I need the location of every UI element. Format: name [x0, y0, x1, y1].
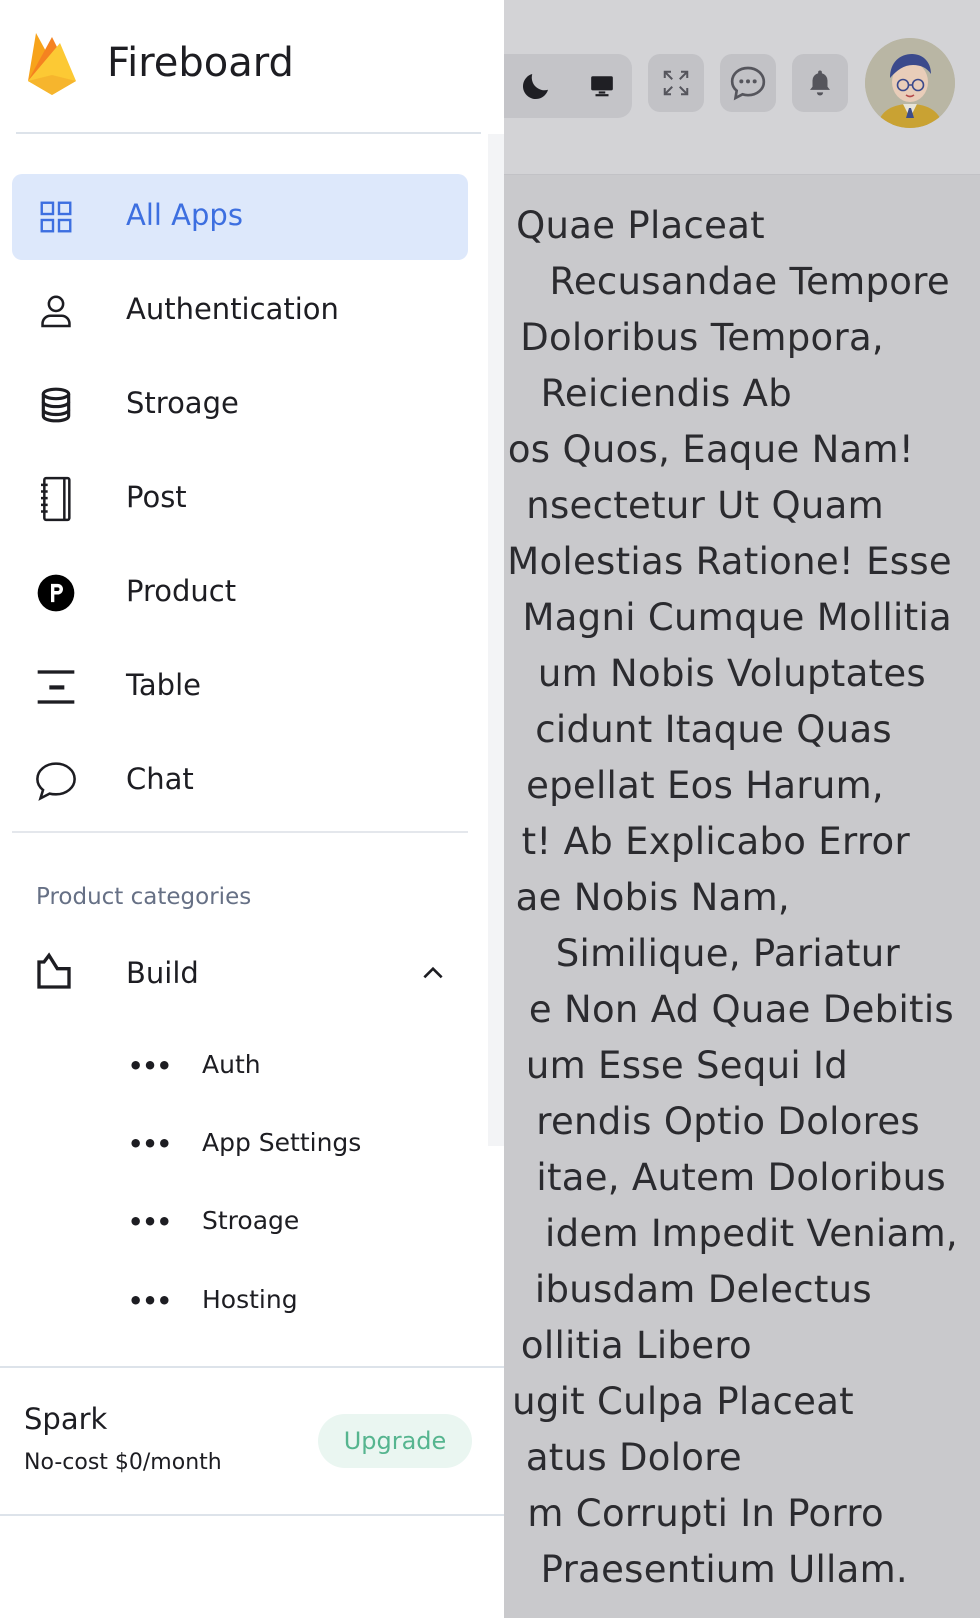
content-text-line: itae, Autem Doloribus	[536, 1156, 946, 1199]
sidebar-scrollbar[interactable]	[488, 134, 504, 1146]
nav-item-authentication[interactable]: Authentication	[12, 268, 468, 354]
content-text-line: Molestias Ratione! Esse	[507, 540, 952, 583]
content-text-line: m Corrupti In Porro	[527, 1492, 884, 1535]
chat-bubble-icon	[34, 759, 78, 803]
content-text-line: ollitia Libero	[520, 1324, 752, 1367]
dots-icon: •••	[128, 1287, 172, 1315]
nav-item-chat[interactable]: Chat	[12, 738, 468, 824]
nav-item-all-apps[interactable]: All Apps	[12, 174, 468, 260]
notifications-button[interactable]	[792, 54, 848, 112]
nav-item-stroage[interactable]: Stroage	[12, 362, 468, 448]
plan-name: Spark	[24, 1402, 108, 1436]
sub-item-app-settings[interactable]: ••• App Settings	[112, 1108, 472, 1178]
content-text-line: nsectetur Ut Quam	[526, 484, 884, 527]
dots-icon: •••	[128, 1052, 172, 1080]
nav-item-label: Post	[126, 480, 187, 514]
content-text-line: Reiciendis Ab	[540, 372, 792, 415]
chat-icon	[730, 66, 766, 101]
content-text-line: Recusandae Tempore	[549, 260, 950, 303]
category-build[interactable]: Build	[12, 930, 468, 1018]
content-text-line: cidunt Itaque Quas	[535, 708, 892, 751]
sub-item-label: Stroage	[202, 1206, 300, 1235]
plan-price: No-cost $0/month	[24, 1450, 222, 1475]
content-text-line: e Non Ad Quae Debitis	[528, 988, 954, 1031]
database-icon	[34, 383, 78, 427]
nav-item-label: All Apps	[126, 198, 243, 232]
brand-divider	[16, 132, 481, 134]
section-title: Product categories	[36, 884, 252, 910]
avatar-illustration-icon	[865, 38, 955, 128]
nav-item-label: Chat	[126, 762, 194, 796]
content-text-line: atus Dolore	[525, 1436, 742, 1479]
nav-item-product[interactable]: Product	[12, 550, 468, 636]
sub-item-auth[interactable]: ••• Auth	[112, 1030, 472, 1100]
sub-item-label: App Settings	[202, 1128, 362, 1157]
content-text-line: Similique, Pariatur	[555, 932, 900, 975]
bell-icon	[810, 70, 830, 96]
notebook-icon	[34, 476, 78, 522]
product-p-icon	[34, 571, 78, 615]
content-text-line: idem Impedit Veniam,	[545, 1212, 958, 1255]
content-text-line: rendis Optio Dolores	[536, 1100, 920, 1143]
dots-icon: •••	[128, 1130, 172, 1158]
content-text-line: um Esse Sequi Id	[525, 1044, 848, 1087]
content-text-line: Quae Placeat	[516, 204, 765, 247]
upgrade-button[interactable]: Upgrade	[318, 1414, 472, 1468]
category-label: Build	[126, 956, 199, 990]
build-icon	[34, 952, 78, 996]
content-text-line: Magni Cumque Mollitia	[522, 596, 952, 639]
content-text-line: t! Ab Explicabo Error	[521, 820, 910, 863]
nav-item-label: Authentication	[126, 292, 339, 326]
fullscreen-button[interactable]	[648, 54, 704, 112]
sub-item-stroage[interactable]: ••• Stroage	[112, 1186, 472, 1256]
fullscreen-icon	[663, 70, 689, 96]
content-text-line: Praesentium Ullam.	[540, 1548, 908, 1591]
table-icon	[34, 665, 78, 709]
user-icon	[34, 289, 78, 333]
chevron-up-icon[interactable]	[420, 960, 448, 988]
nav-item-label: Stroage	[126, 386, 239, 420]
desktop-icon[interactable]	[584, 68, 620, 104]
grid-icon	[34, 195, 78, 239]
content-text-line: Doloribus Tempora,	[520, 316, 884, 359]
brand-logo[interactable]	[24, 28, 80, 100]
nav-item-table[interactable]: Table	[12, 644, 468, 730]
content-text-line: ugit Culpa Placeat	[512, 1380, 854, 1423]
sub-item-label: Hosting	[202, 1285, 298, 1314]
content-text-line: ae Nobis Nam,	[515, 876, 790, 919]
content-text-line: epellat Eos Harum,	[526, 764, 884, 807]
plan-divider	[0, 1366, 504, 1368]
chat-button[interactable]	[720, 54, 776, 112]
moon-icon[interactable]	[516, 66, 556, 106]
nav-item-label: Table	[126, 668, 201, 702]
sub-item-hosting[interactable]: ••• Hosting	[112, 1265, 472, 1335]
user-avatar[interactable]	[865, 38, 955, 128]
section-divider	[12, 831, 468, 833]
firebase-flame-icon	[28, 33, 76, 95]
dots-icon: •••	[128, 1208, 172, 1236]
content-text-line: os Quos, Eaque Nam!	[507, 428, 914, 471]
nav-item-post[interactable]: Post	[12, 456, 468, 542]
content-text-line: ibusdam Delectus	[534, 1268, 872, 1311]
content-text-line: um Nobis Voluptates	[537, 652, 926, 695]
sub-item-label: Auth	[202, 1050, 261, 1079]
app-title: Fireboard	[107, 40, 294, 86]
sidebar-drawer: Fireboard All Apps Authentication Stroag…	[0, 0, 504, 1618]
nav-item-label: Product	[126, 574, 237, 608]
plan-divider	[0, 1514, 504, 1516]
